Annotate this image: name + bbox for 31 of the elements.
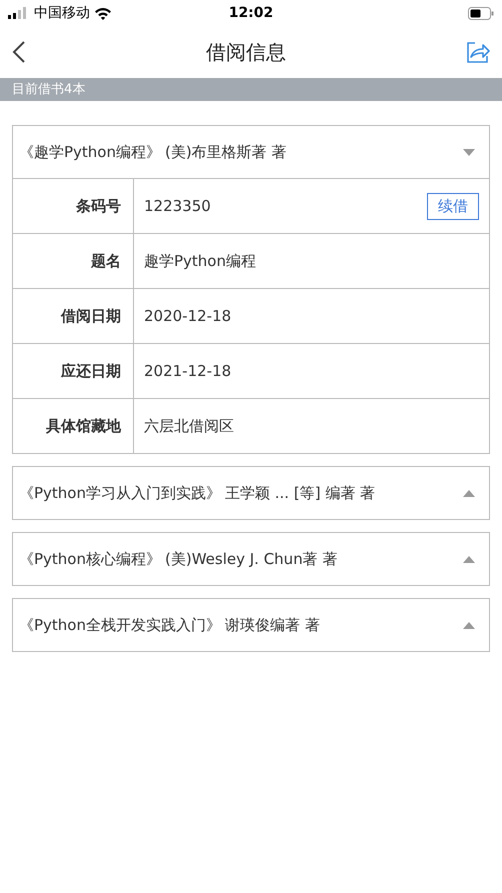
book-author: 王学颖 ... [等] 编著 著	[225, 484, 376, 502]
wifi-icon	[94, 6, 112, 20]
field-value: 趣学Python编程	[144, 252, 257, 270]
share-icon[interactable]	[466, 41, 490, 63]
battery-icon	[468, 6, 494, 20]
book-title[interactable]: 《Python全栈开发实践入门》	[19, 616, 221, 634]
field-label: 具体馆藏地	[13, 399, 134, 453]
book-author: (美)Wesley J. Chun著 著	[165, 550, 338, 568]
caret-up-icon[interactable]	[463, 556, 475, 562]
field-label: 条码号	[13, 179, 134, 233]
book-author: (美)布里格斯著 著	[165, 142, 288, 162]
back-icon[interactable]	[12, 40, 26, 64]
renew-button[interactable]: 续借	[427, 192, 479, 220]
field-value: 2021-12-18	[144, 362, 232, 380]
field-value: 六层北借阅区	[144, 416, 235, 436]
book-title[interactable]: 《Python学习从入门到实践》	[19, 484, 221, 502]
carrier-name: 中国移动	[34, 4, 90, 22]
clock-time: 12:02	[228, 5, 274, 21]
field-value: 1223350	[144, 197, 212, 215]
field-label: 应还日期	[13, 344, 134, 398]
caret-up-icon[interactable]	[463, 622, 475, 628]
field-label: 题名	[13, 234, 134, 288]
page-title: 借阅信息	[206, 38, 286, 66]
book-title[interactable]: 《趣学Python编程》	[19, 142, 161, 162]
book-title[interactable]: 《Python核心编程》	[19, 550, 161, 568]
field-label: 借阅日期	[13, 289, 134, 343]
caret-down-icon[interactable]	[463, 148, 475, 156]
caret-up-icon[interactable]	[463, 490, 475, 496]
book-author: 谢瑛俊编著 著	[225, 616, 321, 634]
field-value: 2020-12-18	[144, 307, 232, 325]
borrow-count-banner: 目前借书4本	[0, 78, 502, 101]
